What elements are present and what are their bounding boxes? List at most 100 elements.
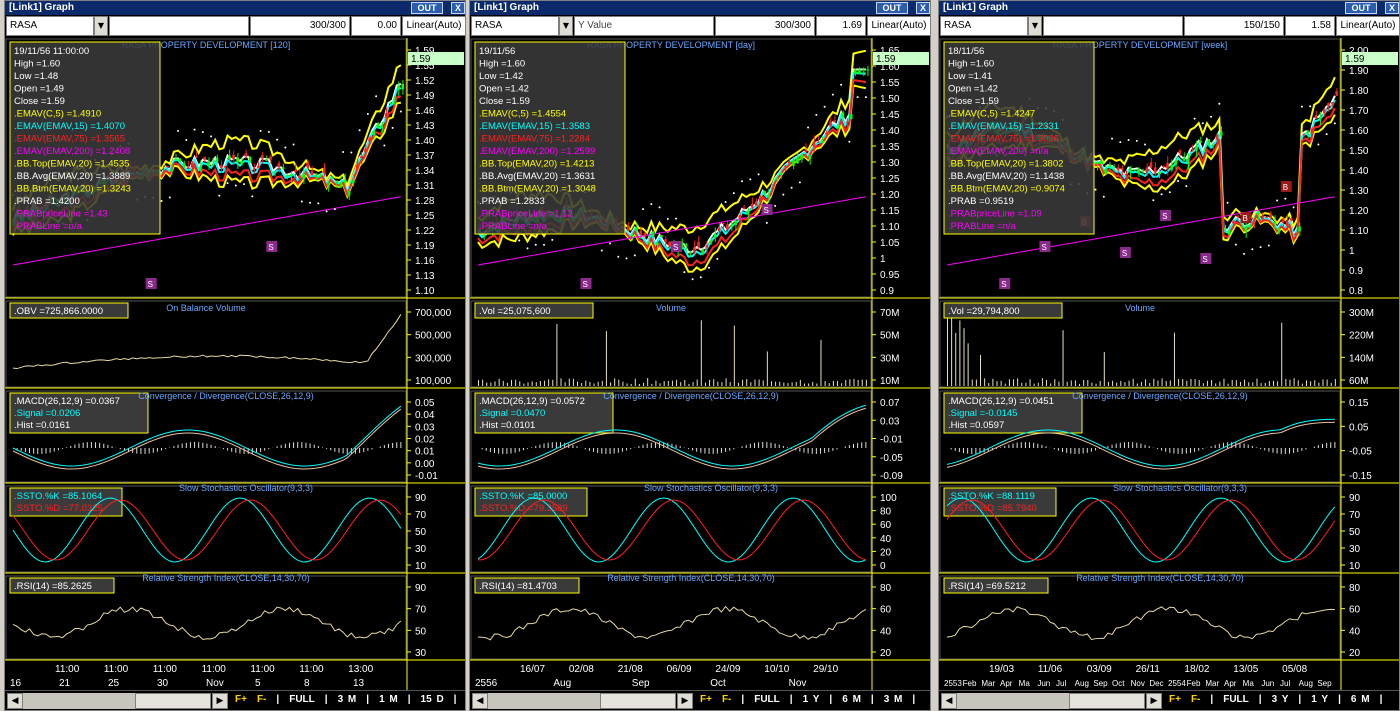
symbol-select[interactable]: RASA <box>940 16 1028 36</box>
scroll-right-button[interactable]: ▶ <box>1146 693 1162 709</box>
volume-bar <box>1334 378 1336 386</box>
scroll-left-button[interactable]: ◀ <box>7 693 23 709</box>
scale-select[interactable]: Linear(Auto) <box>1336 16 1399 36</box>
sar-dot <box>1276 199 1279 202</box>
volume-bar <box>975 379 977 386</box>
chart-area[interactable]: 2.001.901.801.701.601.501.401.301.201.10… <box>939 38 1399 690</box>
scroll-right-button[interactable]: ▶ <box>677 693 693 709</box>
y-value-field[interactable] <box>1043 16 1183 36</box>
volume-bar <box>737 382 739 386</box>
sar-dot <box>234 184 237 187</box>
bars-count: 300/300 <box>250 16 350 36</box>
axis-tick-label: 90 <box>415 493 427 504</box>
zoom-out-button[interactable]: F- <box>257 694 266 705</box>
scrollbar-thumb[interactable] <box>600 693 676 709</box>
candle-body <box>252 167 256 169</box>
candle-body <box>355 164 359 170</box>
chevron-down-icon[interactable]: ▼ <box>559 16 573 36</box>
scroll-left-button[interactable]: ◀ <box>472 693 488 709</box>
range-button[interactable]: 15 D <box>421 694 444 705</box>
range-button[interactable]: 3 M <box>338 694 357 705</box>
zoom-out-button[interactable]: F- <box>722 694 731 705</box>
scrollbar-thumb[interactable] <box>135 693 211 709</box>
axis-tick-label: 60 <box>1349 605 1361 616</box>
candle-body <box>1327 102 1330 107</box>
range-button[interactable]: 1 Y <box>1311 694 1328 705</box>
volume-bar <box>1173 332 1175 386</box>
volume-bar <box>1314 380 1316 386</box>
volume-bar <box>799 379 801 386</box>
chart-area[interactable]: 1.651.601.551.501.451.401.351.301.251.20… <box>470 38 930 690</box>
zoom-in-button[interactable]: F+ <box>1169 694 1181 705</box>
volume-bar <box>1289 379 1291 386</box>
candle-body <box>709 240 713 243</box>
out-button[interactable]: OUT <box>876 2 908 14</box>
signal-marker-label: S <box>1162 212 1167 221</box>
volume-bar <box>544 380 546 386</box>
full-range-button[interactable]: FULL <box>289 694 315 705</box>
volume-value: .Vol =29,794,800 <box>948 306 1020 317</box>
axis-tick-label: 50 <box>1349 527 1361 538</box>
rsi-line <box>477 605 867 641</box>
volume-bar <box>1182 379 1184 386</box>
window-title-bar[interactable]: [Link1] Graph <box>939 1 1399 15</box>
sar-dot <box>798 181 801 184</box>
scroll-left-button[interactable]: ◀ <box>941 693 957 709</box>
range-button[interactable]: 6 M <box>842 694 861 705</box>
close-button[interactable]: X <box>451 2 465 14</box>
range-button[interactable]: 1 Y <box>803 694 820 705</box>
axis-tick-label: 80 <box>1349 583 1361 594</box>
chevron-down-icon[interactable]: ▼ <box>1028 16 1042 36</box>
x-axis-label: 10/10 <box>764 664 789 675</box>
out-button[interactable]: OUT <box>1345 2 1377 14</box>
sar-dot <box>185 139 188 142</box>
volume-pane-title: On Balance Volume <box>166 303 246 313</box>
zoom-in-button[interactable]: F+ <box>235 694 247 705</box>
scale-select[interactable]: Linear(Auto) <box>867 16 930 36</box>
candle-body <box>812 141 816 147</box>
volume-bar <box>783 382 785 386</box>
full-range-button[interactable]: FULL <box>1223 694 1249 705</box>
range-button[interactable]: 3 M <box>884 694 903 705</box>
axis-tick-label: 50M <box>880 331 899 342</box>
x-axis-label: 11:00 <box>104 664 129 675</box>
symbol-select[interactable]: RASA <box>6 16 94 36</box>
volume-bar <box>581 382 583 386</box>
zoom-in-button[interactable]: F+ <box>700 694 712 705</box>
symbol-select[interactable]: RASA <box>471 16 559 36</box>
close-button[interactable]: X <box>1385 2 1399 14</box>
range-button[interactable]: 3 Y <box>1272 694 1289 705</box>
axis-tick-label: 1.13 <box>415 271 435 282</box>
volume-bar <box>1277 381 1279 386</box>
zoom-out-button[interactable]: F- <box>1191 694 1200 705</box>
scale-select[interactable]: Linear(Auto) <box>402 16 465 36</box>
candle-body <box>318 175 322 177</box>
window-title-bar[interactable]: [Link1] Graph <box>470 1 930 15</box>
scroll-right-button[interactable]: ▶ <box>212 693 228 709</box>
close-button[interactable]: X <box>916 2 930 14</box>
range-button[interactable]: 1 M <box>379 694 398 705</box>
x-axis-label: 24/09 <box>715 664 740 675</box>
y-value-field[interactable]: Y Value <box>574 16 714 36</box>
sar-dot <box>251 195 254 198</box>
scrollbar-thumb[interactable] <box>1069 693 1145 709</box>
out-button[interactable]: OUT <box>411 2 443 14</box>
candle-body <box>1331 102 1334 105</box>
candle-body <box>1252 219 1256 222</box>
axis-tick-label: 0.07 <box>880 398 900 409</box>
y-value-field[interactable] <box>109 16 249 36</box>
candle-body <box>1211 144 1215 146</box>
chart-area[interactable]: 1.591.551.521.491.461.431.401.371.341.31… <box>5 38 465 690</box>
candle-body <box>800 154 803 160</box>
chevron-down-icon[interactable]: ▼ <box>94 16 108 36</box>
full-range-button[interactable]: FULL <box>754 694 780 705</box>
sar-dot <box>633 254 636 257</box>
window-title-bar[interactable]: [Link1] Graph <box>5 1 465 15</box>
volume-bar <box>676 379 678 386</box>
x-axis-label: 11:00 <box>153 664 178 675</box>
candle-body <box>265 158 268 161</box>
x-axis-label: 13 <box>353 678 365 689</box>
candle-body <box>240 161 244 164</box>
range-button[interactable]: 6 M <box>1351 694 1370 705</box>
info-line: .BB.Btm(EMAV,20) =0.9074 <box>948 184 1065 195</box>
